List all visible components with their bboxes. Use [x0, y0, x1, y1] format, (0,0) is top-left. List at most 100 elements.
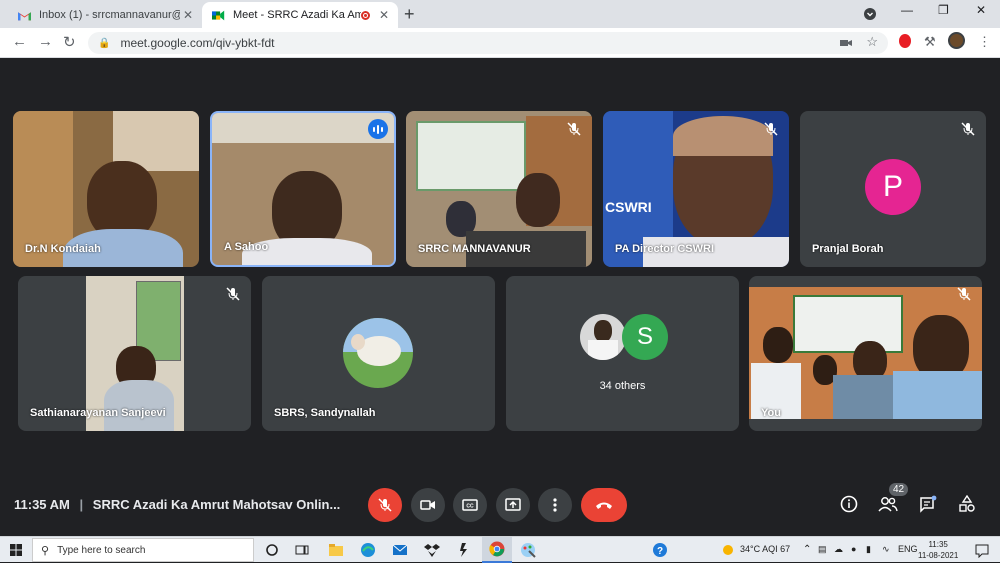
camera-toggle-button[interactable]	[411, 488, 445, 522]
gmail-icon	[18, 11, 31, 20]
taskbar-clock[interactable]: 11:35 11-08-2021	[918, 539, 958, 561]
tray-chevron-icon[interactable]: ⌃	[803, 544, 811, 555]
captions-button[interactable]: CC	[453, 488, 487, 522]
more-vert-icon[interactable]: ⋮	[978, 34, 991, 50]
reload-icon[interactable]: ↻	[63, 33, 76, 51]
battery-icon[interactable]: ▮	[866, 544, 871, 555]
cortana-icon[interactable]	[264, 542, 280, 558]
recording-icon	[361, 10, 370, 20]
opera-extension-icon[interactable]	[899, 34, 911, 48]
participant-tile[interactable]: SBRS, Sandynallah	[262, 276, 495, 431]
participant-tile[interactable]: P Pranjal Borah	[800, 111, 986, 267]
back-arrow-icon[interactable]: ←	[12, 33, 27, 50]
more-options-button[interactable]	[538, 488, 572, 522]
present-to-all-icon	[505, 498, 521, 511]
participant-name: You	[761, 407, 781, 419]
camera-icon[interactable]	[840, 37, 852, 49]
power-automate-icon[interactable]	[456, 542, 472, 558]
meeting-details-button[interactable]	[839, 494, 859, 514]
clock-time: 11:35	[928, 540, 948, 549]
task-view-icon[interactable]	[294, 542, 310, 558]
url-text: meet.google.com/qiv-ybkt-fdt	[120, 36, 275, 50]
address-bar[interactable]: 🔒 meet.google.com/qiv-ybkt-fdt ☆	[88, 32, 888, 54]
meeting-title[interactable]: SRRC Azadi Ka Amrut Mahotsav Onlin...	[93, 497, 341, 512]
restore-button[interactable]: ❐	[938, 3, 949, 17]
participant-tile[interactable]: Dr.N Kondaiah	[13, 111, 199, 267]
new-tab-button[interactable]: +	[404, 4, 415, 25]
edge-browser-icon[interactable]	[360, 542, 376, 558]
profile-avatar[interactable]	[948, 32, 965, 49]
call-end-icon	[596, 502, 612, 509]
people-icon	[878, 497, 898, 512]
videocam-icon	[420, 500, 435, 510]
more-vert-icon	[553, 498, 557, 512]
participant-tile[interactable]: CSWRI PA Director CSWRI	[603, 111, 789, 267]
people-count-badge: 42	[889, 483, 909, 496]
close-tab-icon[interactable]: ✕	[376, 8, 392, 22]
browser-tab-strip: Inbox (1) - srrcmannavanur@gm ✕ Meet - S…	[0, 0, 1000, 28]
tray-device-icon[interactable]: ▤	[818, 544, 827, 555]
participant-tile[interactable]: SRRC MANNAVANUR	[406, 111, 592, 267]
star-icon[interactable]: ☆	[866, 34, 878, 50]
notifications-icon[interactable]	[974, 542, 990, 558]
help-icon[interactable]: ?	[652, 542, 668, 558]
onedrive-cloud-icon[interactable]: ☁	[834, 544, 843, 555]
participant-name: Pranjal Borah	[812, 243, 884, 255]
mail-icon[interactable]	[392, 542, 408, 558]
chat-icon	[920, 495, 937, 513]
windows-start-icon[interactable]	[10, 544, 22, 556]
tab-meet[interactable]: Meet - SRRC Azadi Ka Amrut ✕	[202, 2, 398, 28]
participant-name: SBRS, Sandynallah	[274, 407, 376, 419]
meet-video-grid: Dr.N Kondaiah A Sahoo SRRC MANNAVANUR CS…	[0, 58, 1000, 536]
file-explorer-icon[interactable]	[328, 542, 344, 558]
present-screen-button[interactable]	[496, 488, 530, 522]
closed-captions-icon: CC	[462, 499, 478, 511]
participant-tile[interactable]: A Sahoo	[210, 111, 396, 267]
chrome-taskbar-item[interactable]	[482, 537, 512, 563]
puzzle-extensions-icon[interactable]: ⚒	[924, 34, 936, 50]
banner-text-graphic: CSWRI	[605, 199, 652, 215]
participant-name: Dr.N Kondaiah	[25, 243, 101, 255]
activities-button[interactable]	[957, 494, 977, 514]
leave-call-button[interactable]	[581, 488, 627, 522]
minimize-button[interactable]: —	[901, 3, 913, 17]
search-icon: ⚲	[41, 544, 50, 557]
mic-off-icon	[567, 122, 581, 136]
weather-sun-icon[interactable]	[720, 542, 736, 558]
taskbar-search-input[interactable]: ⚲ Type here to search	[32, 538, 254, 562]
separator: |	[79, 497, 84, 512]
participant-name: Sathianarayanan Sanjeevi	[30, 407, 166, 419]
tab-title: Inbox (1) - srrcmannavanur@gm	[39, 9, 180, 21]
wifi-icon[interactable]: ∿	[882, 544, 890, 555]
others-tile[interactable]: S 34 others	[506, 276, 739, 431]
tray-mic-icon[interactable]: ●	[851, 544, 856, 554]
others-count: 34 others	[599, 380, 646, 392]
language-indicator[interactable]: ENG	[898, 544, 918, 554]
participant-avatar: P	[865, 159, 921, 215]
mic-off-icon	[226, 287, 240, 301]
participant-tile[interactable]: Sathianarayanan Sanjeevi	[18, 276, 251, 431]
tab-gmail[interactable]: Inbox (1) - srrcmannavanur@gm ✕	[8, 2, 202, 28]
self-view-tile[interactable]: You	[749, 276, 982, 431]
dropbox-icon[interactable]	[424, 542, 440, 558]
mic-off-icon	[378, 498, 392, 512]
weather-status[interactable]: 34°C AQI 67	[740, 544, 790, 554]
meeting-time: 11:35 AM	[14, 497, 70, 512]
meeting-details: 11:35 AM | SRRC Azadi Ka Amrut Mahotsav …	[14, 497, 340, 512]
participant-avatar	[343, 318, 413, 388]
forward-arrow-icon[interactable]: →	[38, 33, 53, 50]
show-everyone-button[interactable]	[878, 494, 898, 514]
close-tab-icon[interactable]: ✕	[180, 8, 196, 22]
paint-app-icon[interactable]	[520, 542, 536, 558]
close-window-button[interactable]: ✕	[976, 3, 986, 17]
tab-search-icon[interactable]	[864, 8, 876, 20]
browser-toolbar: ← → ↻ 🔒 meet.google.com/qiv-ybkt-fdt ☆ ⚒…	[0, 28, 1000, 58]
mic-off-icon	[961, 122, 975, 136]
participant-name: PA Director CSWRI	[615, 243, 715, 255]
activities-shapes-icon	[959, 495, 975, 512]
clock-date: 11-08-2021	[918, 551, 959, 560]
microphone-toggle-button[interactable]	[368, 488, 402, 522]
mic-off-icon	[764, 122, 778, 136]
mic-off-icon	[957, 287, 971, 301]
chat-button[interactable]	[918, 494, 938, 514]
